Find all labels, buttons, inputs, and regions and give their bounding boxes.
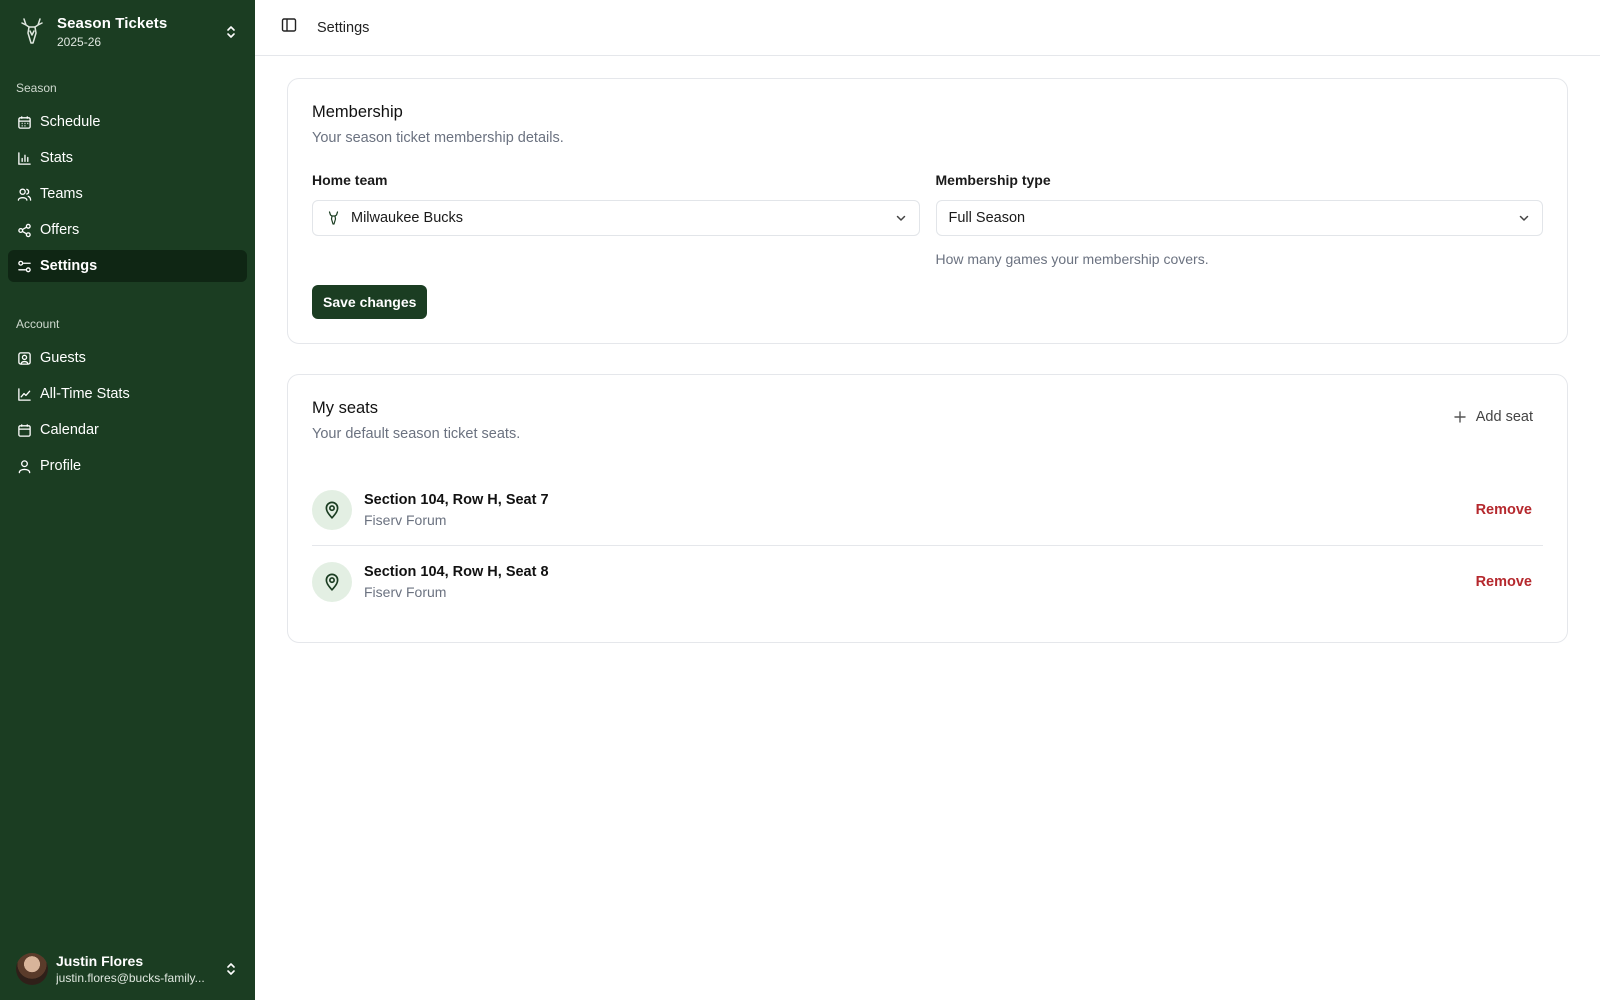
list-item: Section 104, Row H, Seat 7 Fiserv Forum … xyxy=(312,474,1543,546)
panel-left-icon xyxy=(281,17,297,38)
contact-icon xyxy=(16,350,32,366)
sidebar-item-label: Guests xyxy=(40,350,86,366)
chevrons-up-down-icon xyxy=(223,961,239,977)
sidebar-item-label: Schedule xyxy=(40,114,101,130)
seat-venue: Fiserv Forum xyxy=(364,584,447,600)
sidebar-item-label: All-Time Stats xyxy=(40,386,130,402)
app-title: Season Tickets xyxy=(57,15,168,32)
save-changes-button[interactable]: Save changes xyxy=(312,285,428,319)
seat-title: Section 104, Row H, Seat 7 xyxy=(364,491,549,508)
map-pin-icon xyxy=(312,562,352,602)
sidebar-item-settings[interactable]: Settings xyxy=(8,250,247,282)
sidebar-item-label: Teams xyxy=(40,186,83,202)
chevron-down-icon xyxy=(1516,210,1532,226)
membership-type-select[interactable]: Full Season xyxy=(935,200,1543,236)
section-label-account: Account xyxy=(16,317,60,331)
remove-seat-button[interactable]: Remove xyxy=(1465,570,1543,594)
sidebar-item-profile[interactable]: Profile xyxy=(8,450,247,482)
breadcrumb: Settings xyxy=(317,19,370,36)
sidebar-item-label: Profile xyxy=(40,458,82,474)
membership-description: Your season ticket membership details. xyxy=(312,130,564,146)
remove-seat-button[interactable]: Remove xyxy=(1465,498,1543,522)
chevrons-up-down-icon xyxy=(223,24,239,40)
membership-type-label: Membership type xyxy=(935,172,1051,188)
membership-card: Membership Your season ticket membership… xyxy=(287,78,1568,344)
bar-chart-icon xyxy=(16,150,32,166)
seats-title: My seats xyxy=(312,399,379,417)
sliders-icon xyxy=(16,258,32,274)
avatar xyxy=(16,953,48,985)
home-team-value: Milwaukee Bucks xyxy=(351,210,464,226)
home-team-select[interactable]: Milwaukee Bucks xyxy=(312,200,920,236)
seats-description: Your default season ticket seats. xyxy=(312,426,521,442)
membership-type-value: Full Season xyxy=(948,210,1026,226)
home-team-label: Home team xyxy=(312,172,388,188)
line-chart-icon xyxy=(16,386,32,402)
sidebar: Season Tickets 2025-26 Season Schedule S… xyxy=(0,0,255,1000)
account-nav: Guests All-Time Stats Calendar Profile xyxy=(0,342,255,486)
bucks-logo-icon xyxy=(18,16,46,48)
bucks-logo-icon xyxy=(325,210,341,226)
season-label: 2025-26 xyxy=(57,35,102,49)
section-label-season: Season xyxy=(16,81,57,95)
sidebar-item-all-time-stats[interactable]: All-Time Stats xyxy=(8,378,247,410)
sidebar-item-guests[interactable]: Guests xyxy=(8,342,247,374)
sidebar-item-stats[interactable]: Stats xyxy=(8,142,247,174)
user-email: justin.flores@bucks-family... xyxy=(56,971,205,985)
sidebar-item-label: Stats xyxy=(40,150,74,166)
plus-icon xyxy=(1453,410,1467,424)
seats-card: My seats Your default season ticket seat… xyxy=(287,374,1568,643)
share-icon xyxy=(16,222,32,238)
membership-type-help: How many games your membership covers. xyxy=(935,251,1209,267)
users-icon xyxy=(16,186,32,202)
chevron-down-icon xyxy=(893,210,909,226)
sidebar-item-label: Offers xyxy=(40,222,80,238)
user-menu[interactable]: Justin Flores justin.flores@bucks-family… xyxy=(0,938,255,1000)
home-team-field: Home team Milwaukee Bucks xyxy=(312,172,920,267)
sidebar-item-teams[interactable]: Teams xyxy=(8,178,247,210)
sidebar-item-offers[interactable]: Offers xyxy=(8,214,247,246)
main-area: Settings Membership Your season ticket m… xyxy=(255,0,1600,1000)
calendar-icon xyxy=(16,422,32,438)
topbar: Settings xyxy=(255,0,1600,56)
seat-venue: Fiserv Forum xyxy=(364,511,447,528)
seat-title: Section 104, Row H, Seat 8 xyxy=(364,564,549,580)
add-seat-button[interactable]: Add seat xyxy=(1443,405,1543,429)
membership-title: Membership xyxy=(312,103,403,121)
map-pin-icon xyxy=(312,489,352,530)
membership-type-field: Membership type Full Season How many gam… xyxy=(935,172,1543,267)
sidebar-item-schedule[interactable]: Schedule xyxy=(8,106,247,138)
add-seat-label: Add seat xyxy=(1475,409,1533,425)
seat-list: Section 104, Row H, Seat 7 Fiserv Forum … xyxy=(312,474,1543,618)
season-nav: Schedule Stats Teams Offers Settings xyxy=(0,106,255,286)
user-name: Justin Flores xyxy=(56,953,144,969)
sidebar-item-label: Settings xyxy=(40,258,98,274)
list-item: Section 104, Row H, Seat 8 Fiserv Forum … xyxy=(312,546,1543,618)
sidebar-item-calendar[interactable]: Calendar xyxy=(8,414,247,446)
team-switcher[interactable]: Season Tickets 2025-26 xyxy=(0,0,255,64)
user-icon xyxy=(16,458,32,474)
sidebar-toggle-button[interactable] xyxy=(275,14,303,42)
calendar-grid-icon xyxy=(16,114,32,130)
sidebar-item-label: Calendar xyxy=(40,422,99,438)
settings-content: Membership Your season ticket membership… xyxy=(255,56,1600,695)
